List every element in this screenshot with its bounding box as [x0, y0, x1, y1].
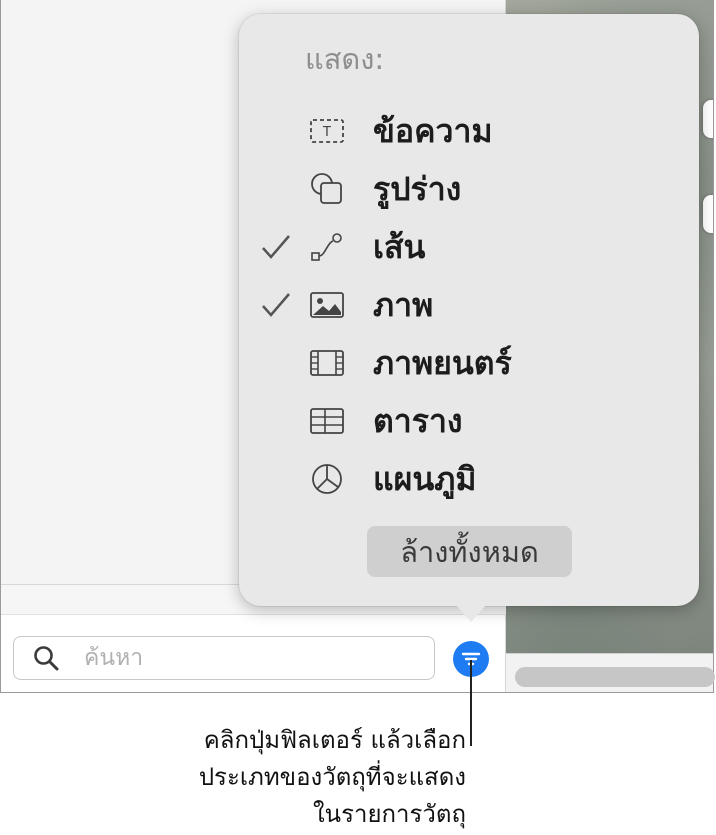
menu-item-label: ตาราง [373, 401, 463, 440]
menu-item-label: ข้อความ [373, 111, 493, 150]
search-icon [34, 646, 59, 671]
callout-line [470, 660, 472, 746]
checkmark-icon [262, 293, 290, 317]
shapes-icon [307, 169, 347, 209]
clear-all-button[interactable]: ล้างทั้งหมด [367, 526, 572, 577]
menu-item-tables[interactable]: ตาราง [239, 392, 699, 450]
menu-item-label: แผนภูมิ [373, 459, 477, 498]
horizontal-scrollbar[interactable] [515, 667, 715, 687]
menu-item-text[interactable]: T ข้อความ [239, 102, 699, 160]
callout-line-1: คลิกปุ่มฟิลเตอร์ แล้วเลือก [203, 726, 466, 754]
popover-header: แสดง: [305, 42, 385, 76]
line-icon [307, 227, 347, 267]
filter-popover: แสดง: T ข้อความ รูปร่าง เส้น ภาพ ภาพยนตร… [239, 14, 699, 606]
search-input[interactable] [82, 644, 386, 672]
search-field[interactable] [13, 636, 435, 680]
canvas-side-tab[interactable] [703, 100, 713, 138]
callout-text: คลิกปุ่มฟิลเตอร์ แล้วเลือก ประเภทของวัตถ… [66, 722, 466, 833]
canvas-side-tab[interactable] [703, 195, 713, 233]
menu-item-movies[interactable]: ภาพยนตร์ [239, 334, 699, 392]
menu-item-label: รูปร่าง [373, 169, 462, 208]
popover-arrow [455, 604, 487, 622]
menu-item-charts[interactable]: แผนภูมิ [239, 450, 699, 508]
menu-item-images[interactable]: ภาพ [239, 276, 699, 334]
menu-item-shapes[interactable]: รูปร่าง [239, 160, 699, 218]
checkmark-icon [262, 235, 290, 259]
callout-line-3: ในรายการวัตถุ [312, 800, 466, 828]
table-icon [307, 401, 347, 441]
callout-line-2: ประเภทของวัตถุที่จะแสดง [198, 763, 466, 791]
text-box-icon: T [307, 111, 347, 151]
menu-item-lines[interactable]: เส้น [239, 218, 699, 276]
image-icon [307, 285, 347, 325]
svg-text:T: T [322, 125, 331, 140]
menu-item-label: เส้น [373, 227, 426, 266]
film-icon [307, 343, 347, 383]
menu-item-label: ภาพยนตร์ [373, 343, 512, 382]
menu-item-label: ภาพ [373, 285, 434, 324]
pie-chart-icon [307, 459, 347, 499]
